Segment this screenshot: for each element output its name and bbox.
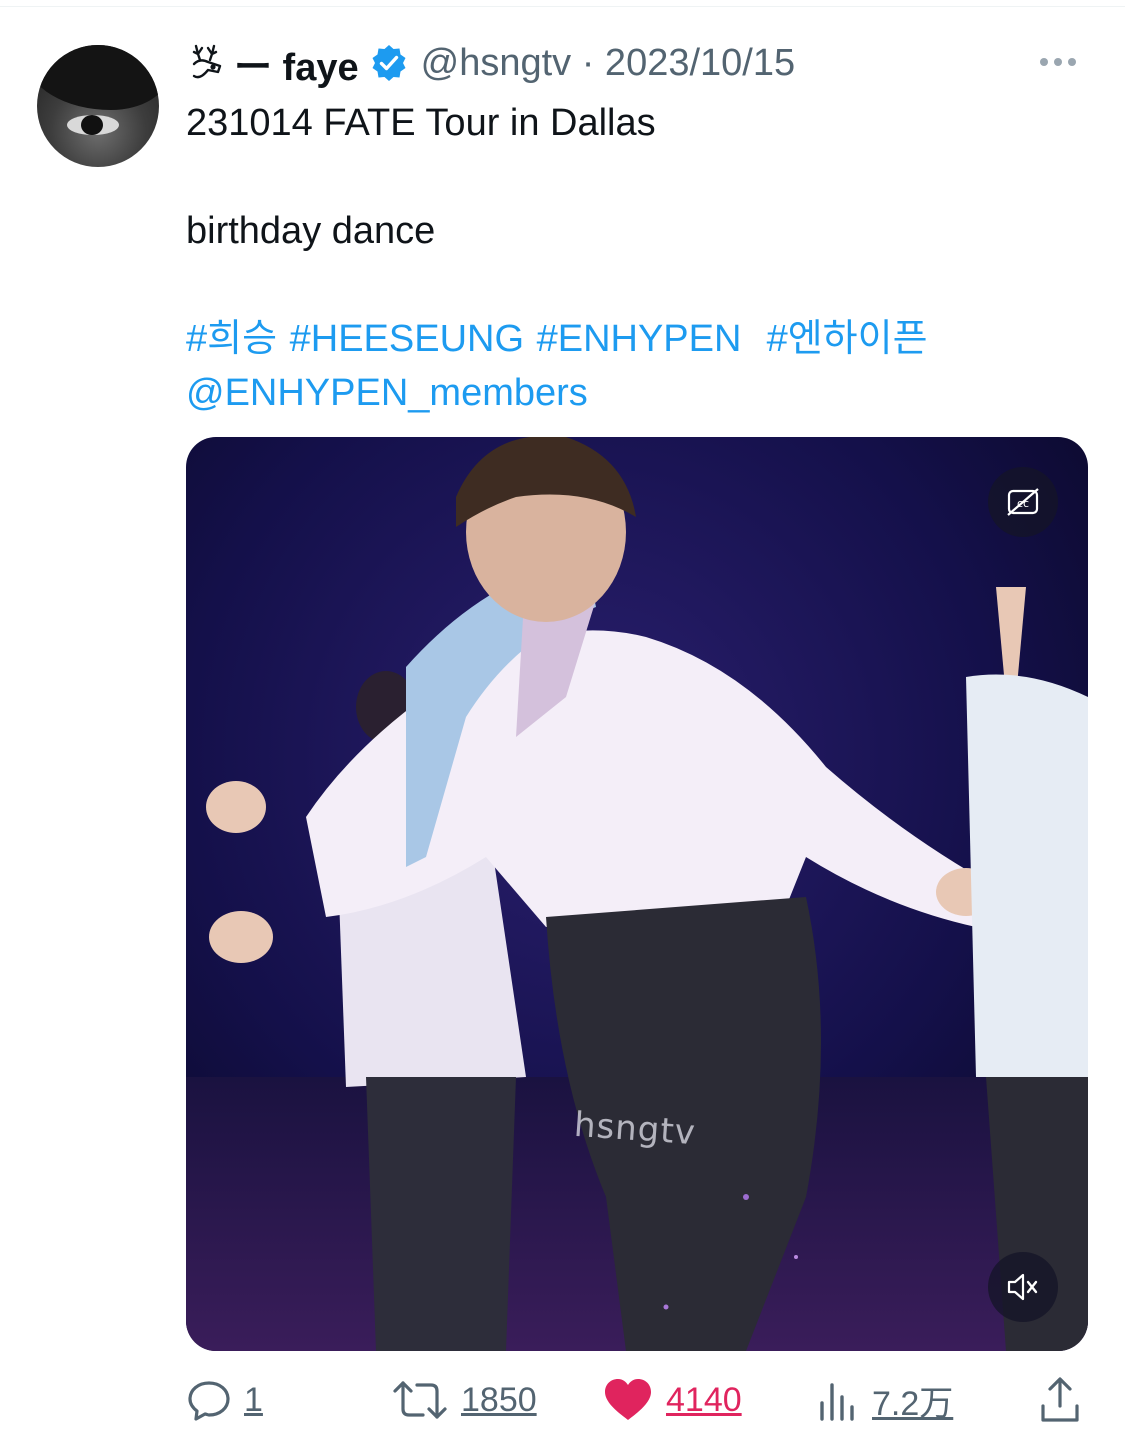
top-divider — [0, 6, 1125, 7]
share-button[interactable] — [1038, 1370, 1082, 1430]
views-icon — [820, 1383, 854, 1421]
verified-icon — [372, 45, 406, 81]
reply-count[interactable]: 1 — [244, 1381, 263, 1420]
hashtag-link[interactable]: #엔하이픈 — [767, 318, 928, 360]
hashtag-line: #희승 #HEESEUNG #ENHYPEN #엔하이픈 — [186, 312, 1086, 366]
watermark: hsngtv — [572, 1104, 698, 1154]
video-player[interactable]: hsngtv cc — [186, 437, 1088, 1351]
mute-button[interactable] — [988, 1252, 1058, 1322]
hashtag-link[interactable]: #희승 — [186, 318, 277, 360]
like-icon — [605, 1379, 651, 1420]
handle-and-date[interactable]: @hsngtv · 2023/10/15 — [421, 42, 796, 85]
reply-button[interactable]: 1 — [186, 1370, 263, 1430]
tweet-line-caption: birthday dance — [186, 210, 436, 252]
tweet-text: 231014 FATE Tour in Dallas birthday danc… — [186, 96, 1086, 420]
like-button[interactable]: 4140 — [602, 1370, 742, 1430]
share-icon — [1041, 1377, 1079, 1422]
deer-icon — [192, 44, 222, 79]
avatar[interactable] — [37, 45, 159, 167]
tweet-line-title: 231014 FATE Tour in Dallas — [186, 102, 656, 144]
mute-icon — [1007, 1273, 1038, 1301]
tweet-header: ー faye @hsngtv · 2023/10/15 — [186, 40, 796, 89]
more-icon[interactable] — [1040, 54, 1084, 70]
hashtag-link[interactable]: #ENHYPEN — [537, 318, 742, 360]
display-name[interactable]: ー faye — [234, 36, 359, 91]
action-bar: 1 1850 4140 7.2万 — [186, 1370, 1086, 1430]
reply-icon — [188, 1381, 230, 1421]
hashtag-link[interactable]: #HEESEUNG — [290, 318, 524, 360]
retweet-button[interactable]: 1850 — [391, 1370, 537, 1430]
closed-captions-button[interactable]: cc — [988, 467, 1058, 537]
views-count[interactable]: 7.2万 — [872, 1376, 953, 1425]
video-frame — [186, 437, 1088, 1351]
views-button[interactable]: 7.2万 — [816, 1370, 953, 1430]
retweet-icon — [393, 1381, 447, 1419]
mention-link[interactable]: @ENHYPEN_members — [186, 366, 1086, 420]
retweet-count[interactable]: 1850 — [461, 1381, 537, 1420]
like-count[interactable]: 4140 — [666, 1381, 742, 1420]
closed-captions-icon: cc — [1007, 488, 1039, 516]
